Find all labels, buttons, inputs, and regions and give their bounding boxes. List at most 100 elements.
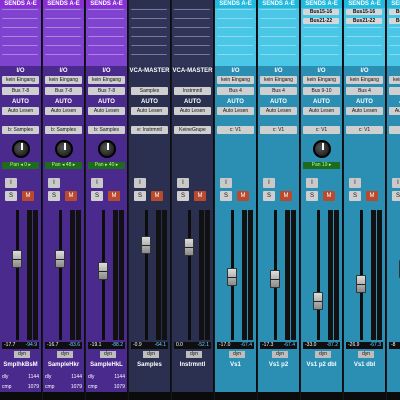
dyn-button[interactable]: dyn <box>358 351 374 358</box>
automation-mode[interactable]: Auto Lesen <box>260 107 297 115</box>
send-slot[interactable] <box>217 54 253 60</box>
send-slot[interactable] <box>88 36 124 42</box>
track-name[interactable]: Vs1 p2 dbl <box>303 361 340 370</box>
send-slot[interactable] <box>45 54 81 60</box>
track-name[interactable]: Vs1 dbl <box>346 361 383 370</box>
input-selector[interactable]: kein Eingang <box>303 76 340 84</box>
send-slot[interactable] <box>174 27 210 33</box>
track-name[interactable] <box>389 361 400 370</box>
track-name[interactable]: Vs1 <box>217 361 254 370</box>
mute-button[interactable]: M <box>151 191 163 201</box>
input-selector[interactable]: kein Eingang <box>260 76 297 84</box>
mute-button[interactable]: M <box>65 191 77 201</box>
send-slot[interactable]: Bus21-22 <box>346 18 382 24</box>
automation-mode[interactable]: Auto Lesen <box>131 107 168 115</box>
solo-button[interactable]: S <box>91 191 103 201</box>
send-slot[interactable] <box>217 18 253 24</box>
output-selector[interactable]: Samples <box>131 87 168 95</box>
group-selector[interactable]: c: V1 <box>303 126 340 134</box>
send-slot[interactable] <box>131 45 167 51</box>
volume-fader[interactable] <box>98 262 108 280</box>
solo-button[interactable]: S <box>392 191 400 201</box>
send-slot[interactable] <box>2 9 38 15</box>
dyn-button[interactable]: dyn <box>57 351 73 358</box>
input-selector[interactable]: kein Eingang <box>88 76 125 84</box>
output-selector[interactable]: Instrmntl <box>174 87 211 95</box>
volume-fader[interactable] <box>313 292 323 310</box>
group-selector[interactable]: c: V1 <box>346 126 383 134</box>
mute-button[interactable]: M <box>280 191 292 201</box>
dyn-button[interactable]: dyn <box>14 351 30 358</box>
record-button[interactable]: I <box>134 178 146 188</box>
send-slot[interactable] <box>260 27 296 33</box>
volume-fader[interactable] <box>227 268 237 286</box>
send-slot[interactable] <box>303 54 339 60</box>
dyn-button[interactable]: dyn <box>100 351 116 358</box>
record-button[interactable]: I <box>177 178 189 188</box>
pan-knob[interactable] <box>98 140 116 158</box>
send-slot[interactable] <box>45 45 81 51</box>
solo-button[interactable]: S <box>134 191 146 201</box>
input-selector[interactable]: kein Eingang <box>2 76 39 84</box>
automation-mode[interactable]: Auto Lesen <box>174 107 211 115</box>
send-slot[interactable] <box>303 27 339 33</box>
solo-button[interactable]: S <box>349 191 361 201</box>
record-button[interactable]: I <box>48 178 60 188</box>
output-selector[interactable]: Bus 9-10 <box>303 87 340 95</box>
track-name[interactable]: Samples <box>131 361 168 370</box>
send-slot[interactable] <box>389 36 400 42</box>
send-slot[interactable] <box>174 36 210 42</box>
solo-button[interactable]: S <box>177 191 189 201</box>
mute-button[interactable]: M <box>323 191 335 201</box>
input-selector[interactable]: kein Eingang <box>45 76 82 84</box>
send-slot[interactable] <box>45 9 81 15</box>
send-slot[interactable] <box>45 18 81 24</box>
send-slot[interactable] <box>2 36 38 42</box>
automation-mode[interactable]: Auto Lesen <box>88 107 125 115</box>
send-slot[interactable] <box>131 9 167 15</box>
send-slot[interactable] <box>131 18 167 24</box>
dyn-button[interactable]: dyn <box>272 351 288 358</box>
send-slot[interactable] <box>88 45 124 51</box>
track-name[interactable]: Instrmntl <box>174 361 211 370</box>
record-button[interactable]: I <box>306 178 318 188</box>
send-slot[interactable] <box>217 45 253 51</box>
send-slot[interactable]: Bus21-22 <box>389 18 400 24</box>
volume-fader[interactable] <box>55 250 65 268</box>
output-selector[interactable]: Bus 7-8 <box>2 87 39 95</box>
send-slot[interactable] <box>346 45 382 51</box>
send-slot[interactable] <box>303 36 339 42</box>
volume-fader[interactable] <box>184 238 194 256</box>
send-slot[interactable] <box>174 18 210 24</box>
output-selector[interactable]: Bus 4 <box>260 87 297 95</box>
input-selector[interactable]: kein Eingang <box>389 76 400 84</box>
dyn-button[interactable]: dyn <box>315 351 331 358</box>
send-slot[interactable]: Bus15-16 <box>303 9 339 15</box>
pan-knob[interactable] <box>12 140 30 158</box>
send-slot[interactable] <box>2 54 38 60</box>
send-slot[interactable] <box>217 9 253 15</box>
track-name[interactable]: SmplhkBsM <box>2 361 39 370</box>
send-slot[interactable] <box>131 36 167 42</box>
automation-mode[interactable]: Auto Lesen <box>389 107 400 115</box>
send-slot[interactable]: Bus15-16 <box>389 9 400 15</box>
send-slot[interactable] <box>260 9 296 15</box>
mute-button[interactable]: M <box>194 191 206 201</box>
track-name[interactable]: SampleHkr <box>45 361 82 370</box>
pan-knob[interactable] <box>313 140 331 158</box>
record-button[interactable]: I <box>392 178 400 188</box>
send-slot[interactable] <box>88 9 124 15</box>
solo-button[interactable]: S <box>48 191 60 201</box>
send-slot[interactable] <box>131 27 167 33</box>
record-button[interactable]: I <box>263 178 275 188</box>
group-selector[interactable]: c: V1 <box>389 126 400 134</box>
track-name[interactable]: Vs1 p2 <box>260 361 297 370</box>
mute-button[interactable]: M <box>237 191 249 201</box>
group-selector[interactable]: KeineGrupe <box>174 126 211 134</box>
output-selector[interactable]: Bus 4 <box>346 87 383 95</box>
volume-fader[interactable] <box>270 270 280 288</box>
send-slot[interactable] <box>88 54 124 60</box>
input-selector[interactable]: kein Eingang <box>346 76 383 84</box>
group-selector[interactable]: b: Samples <box>88 126 125 134</box>
send-slot[interactable] <box>260 54 296 60</box>
